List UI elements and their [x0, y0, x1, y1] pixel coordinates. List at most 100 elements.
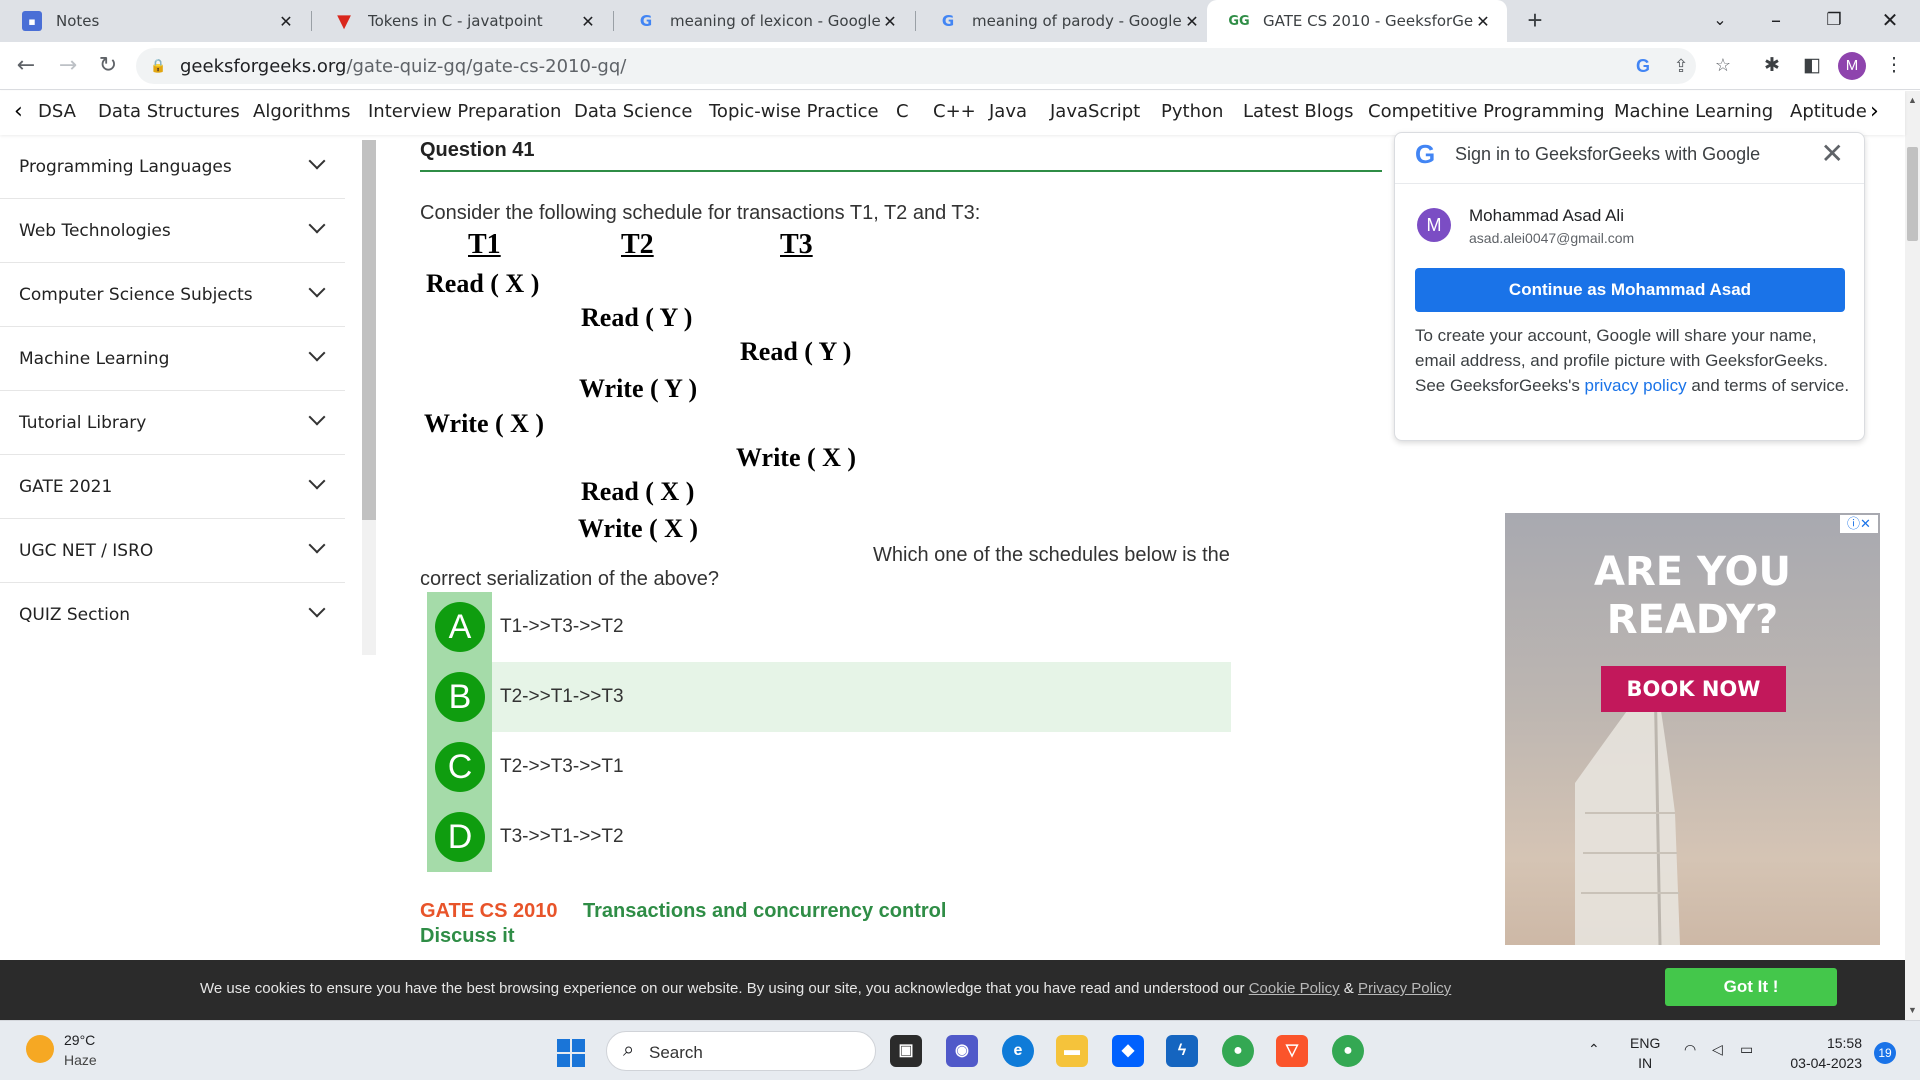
option-b[interactable]: B T2->>T1->>T3	[427, 662, 1231, 732]
chrome-profile-icon[interactable]: ●	[1332, 1035, 1364, 1067]
chevron-down-icon	[308, 536, 326, 554]
nav-right-arrow-icon[interactable]: ›	[1870, 99, 1879, 124]
tab-javatpoint[interactable]: ▼ Tokens in C - javatpoint ✕	[312, 0, 612, 42]
close-icon[interactable]: ✕	[1182, 12, 1202, 31]
close-icon[interactable]: ✕	[578, 12, 598, 31]
weather-haze-icon[interactable]	[26, 1035, 54, 1063]
back-icon[interactable]: ←	[10, 50, 42, 82]
sidebar-item-tutorial-library[interactable]: Tutorial Library	[0, 391, 345, 455]
task-view-icon[interactable]: ▣	[890, 1035, 922, 1067]
scroll-up-icon[interactable]: ▲	[1905, 95, 1920, 105]
close-icon[interactable]: ✕	[1821, 137, 1844, 171]
tab-search-icon[interactable]: ⌄	[1692, 0, 1748, 42]
page-scroll-thumb[interactable]	[1907, 147, 1918, 241]
menu-icon[interactable]: ⋮	[1878, 50, 1910, 82]
nav-item-cpp[interactable]: C++	[933, 101, 976, 122]
nav-item-dsa[interactable]: DSA	[38, 101, 76, 122]
ad-headline: ARE YOU READY?	[1593, 549, 1792, 643]
discuss-link[interactable]: Discuss it	[420, 925, 514, 948]
ad-choices-icon[interactable]: ⓘ✕	[1840, 515, 1878, 533]
page-scrollbar[interactable]: ▲ ▼	[1905, 91, 1920, 1021]
nav-item-latest-blogs[interactable]: Latest Blogs	[1243, 101, 1354, 122]
tab-google-parody[interactable]: G meaning of parody - Google Sea ✕	[916, 0, 1216, 42]
nav-item-topic-wise-practice[interactable]: Topic-wise Practice	[709, 101, 879, 122]
sidebar-item-ugc-net-isro[interactable]: UGC NET / ISRO	[0, 519, 345, 583]
close-icon[interactable]: ✕	[880, 12, 900, 31]
windows-start-icon[interactable]	[557, 1039, 585, 1067]
teams-chat-icon[interactable]: ◉	[946, 1035, 978, 1067]
minimize-icon[interactable]: –	[1748, 0, 1804, 42]
continue-button[interactable]: Continue as Mohammad Asad	[1415, 268, 1845, 312]
sidebar-item-programming-languages[interactable]: Programming Languages	[0, 135, 345, 199]
nav-item-algorithms[interactable]: Algorithms	[253, 101, 351, 122]
nav-item-data-structures[interactable]: Data Structures	[98, 101, 240, 122]
volume-icon[interactable]: ◁	[1712, 1041, 1723, 1058]
language-indicator[interactable]: ENG IN	[1630, 1033, 1660, 1073]
cookie-policy-link[interactable]: Cookie Policy	[1249, 980, 1340, 997]
forward-icon[interactable]: →	[52, 50, 84, 82]
nav-item-java[interactable]: Java	[989, 101, 1027, 122]
nav-item-aptitude[interactable]: Aptitude	[1790, 101, 1867, 122]
sidebar-item-gate-2021[interactable]: GATE 2021	[0, 455, 345, 519]
popup-description: To create your account, Google will shar…	[1415, 326, 1850, 395]
sidebar-item-web-technologies[interactable]: Web Technologies	[0, 199, 345, 263]
nav-item-data-science[interactable]: Data Science	[574, 101, 692, 122]
profile-avatar[interactable]: M	[1838, 52, 1866, 80]
tab-google-lexicon[interactable]: G meaning of lexicon - Google Sea ✕	[614, 0, 914, 42]
google-lens-icon[interactable]: G	[1628, 48, 1658, 84]
nav-item-javascript[interactable]: JavaScript	[1050, 101, 1140, 122]
nav-left-arrow-icon[interactable]: ‹	[14, 99, 23, 124]
window-close-icon[interactable]: ✕	[1862, 0, 1918, 42]
tag-topic-link[interactable]: Transactions and concurrency control	[583, 900, 946, 922]
sidebar-item-quiz-section[interactable]: QUIZ Section	[0, 583, 345, 647]
file-explorer-icon[interactable]: ▬	[1056, 1035, 1088, 1067]
tab-geeksforgeeks[interactable]: GG GATE CS 2010 - GeeksforGeeks ✕	[1207, 0, 1507, 42]
nav-item-interview-preparation[interactable]: Interview Preparation	[368, 101, 561, 122]
close-icon[interactable]: ✕	[276, 12, 296, 31]
sidebar-scroll-thumb[interactable]	[362, 140, 376, 520]
book-now-button[interactable]: BOOK NOW	[1601, 666, 1786, 712]
option-d[interactable]: D T3->>T1->>T2	[427, 802, 1231, 872]
divider	[420, 170, 1382, 172]
edge-icon[interactable]: e	[1002, 1035, 1034, 1067]
side-panel-icon[interactable]: ◧	[1796, 50, 1828, 82]
clock[interactable]: 15:58 03-04-2023	[1778, 1033, 1862, 1073]
option-a[interactable]: A T1->>T3->>T2	[427, 592, 1231, 662]
got-it-button[interactable]: Got It !	[1665, 968, 1837, 1006]
reload-icon[interactable]: ↻	[92, 50, 124, 82]
taskbar-search[interactable]: ⌕ Search	[606, 1031, 876, 1071]
sidebar-item-cs-subjects[interactable]: Computer Science Subjects	[0, 263, 345, 327]
privacy-policy-link[interactable]: Privacy Policy	[1358, 980, 1451, 997]
tray-overflow-icon[interactable]: ⌃	[1588, 1041, 1600, 1058]
tag-exam-link[interactable]: GATE CS 2010	[420, 900, 557, 922]
popup-title: Sign in to GeeksforGeeks with Google	[1455, 144, 1761, 164]
bookmark-star-icon[interactable]: ☆	[1708, 47, 1738, 83]
app-icon[interactable]: ϟ	[1166, 1035, 1198, 1067]
new-tab-button[interactable]: +	[1520, 6, 1550, 36]
extensions-icon[interactable]: ✱	[1756, 50, 1788, 82]
sidebar-item-machine-learning[interactable]: Machine Learning	[0, 327, 345, 391]
restore-icon[interactable]: ❐	[1806, 0, 1862, 42]
share-icon[interactable]: ⇪	[1666, 48, 1696, 84]
address-bar[interactable]: 🔒 geeksforgeeks.org/gate-quiz-gq/gate-cs…	[136, 48, 1696, 84]
brave-icon[interactable]: ▽	[1276, 1035, 1308, 1067]
advertisement[interactable]: ⓘ✕ ARE YOU READY? BOOK NOW	[1505, 513, 1880, 945]
nav-item-python[interactable]: Python	[1161, 101, 1223, 122]
tab-notes[interactable]: ▪ Notes ✕	[0, 0, 310, 42]
privacy-policy-link[interactable]: privacy policy	[1585, 376, 1687, 395]
close-icon[interactable]: ✕	[1473, 12, 1493, 31]
chrome-icon[interactable]: ●	[1222, 1035, 1254, 1067]
dropbox-icon[interactable]: ◆	[1112, 1035, 1144, 1067]
battery-icon[interactable]: ▭	[1740, 1041, 1753, 1058]
account-name: Mohammad Asad Ali	[1469, 206, 1624, 225]
search-label: Search	[649, 1043, 703, 1062]
option-c[interactable]: C T2->>T3->>T1	[427, 732, 1231, 802]
nav-item-c[interactable]: C	[896, 101, 909, 122]
nav-item-machine-learning[interactable]: Machine Learning	[1614, 101, 1773, 122]
sidebar-scrollbar[interactable]	[362, 140, 376, 655]
scroll-down-icon[interactable]: ▼	[1905, 1005, 1920, 1015]
nav-item-competitive-programming[interactable]: Competitive Programming	[1368, 101, 1605, 122]
schedule-op: Read ( X )	[426, 269, 540, 298]
notification-badge[interactable]: 19	[1874, 1042, 1896, 1064]
wifi-icon[interactable]: ◠	[1684, 1041, 1696, 1058]
